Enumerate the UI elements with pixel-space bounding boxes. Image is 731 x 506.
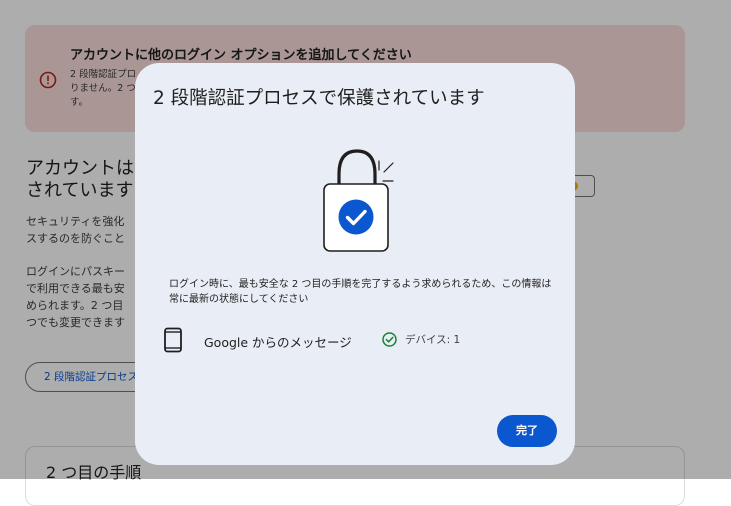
device-count: デバイス: 1 (405, 334, 461, 346)
phone-icon (164, 327, 182, 353)
lock-check-illustration (323, 149, 394, 252)
dialog-description: ログイン時に、最も安全な 2 つ目の手順を完了するよう求められるため、この情報は… (169, 279, 552, 305)
method-row: Google からのメッセージ デバイス: 1 (163, 327, 563, 353)
method-label: Google からのメッセージ (204, 335, 352, 350)
done-button[interactable]: 完了 (497, 415, 557, 447)
protection-dialog: 2 段階認証プロセスで保護されています ログイン時に、最も安全な 2 つ目の手順… (135, 63, 575, 465)
dialog-title: 2 段階認証プロセスで保護されています (153, 88, 485, 109)
check-circle-icon (382, 332, 397, 347)
